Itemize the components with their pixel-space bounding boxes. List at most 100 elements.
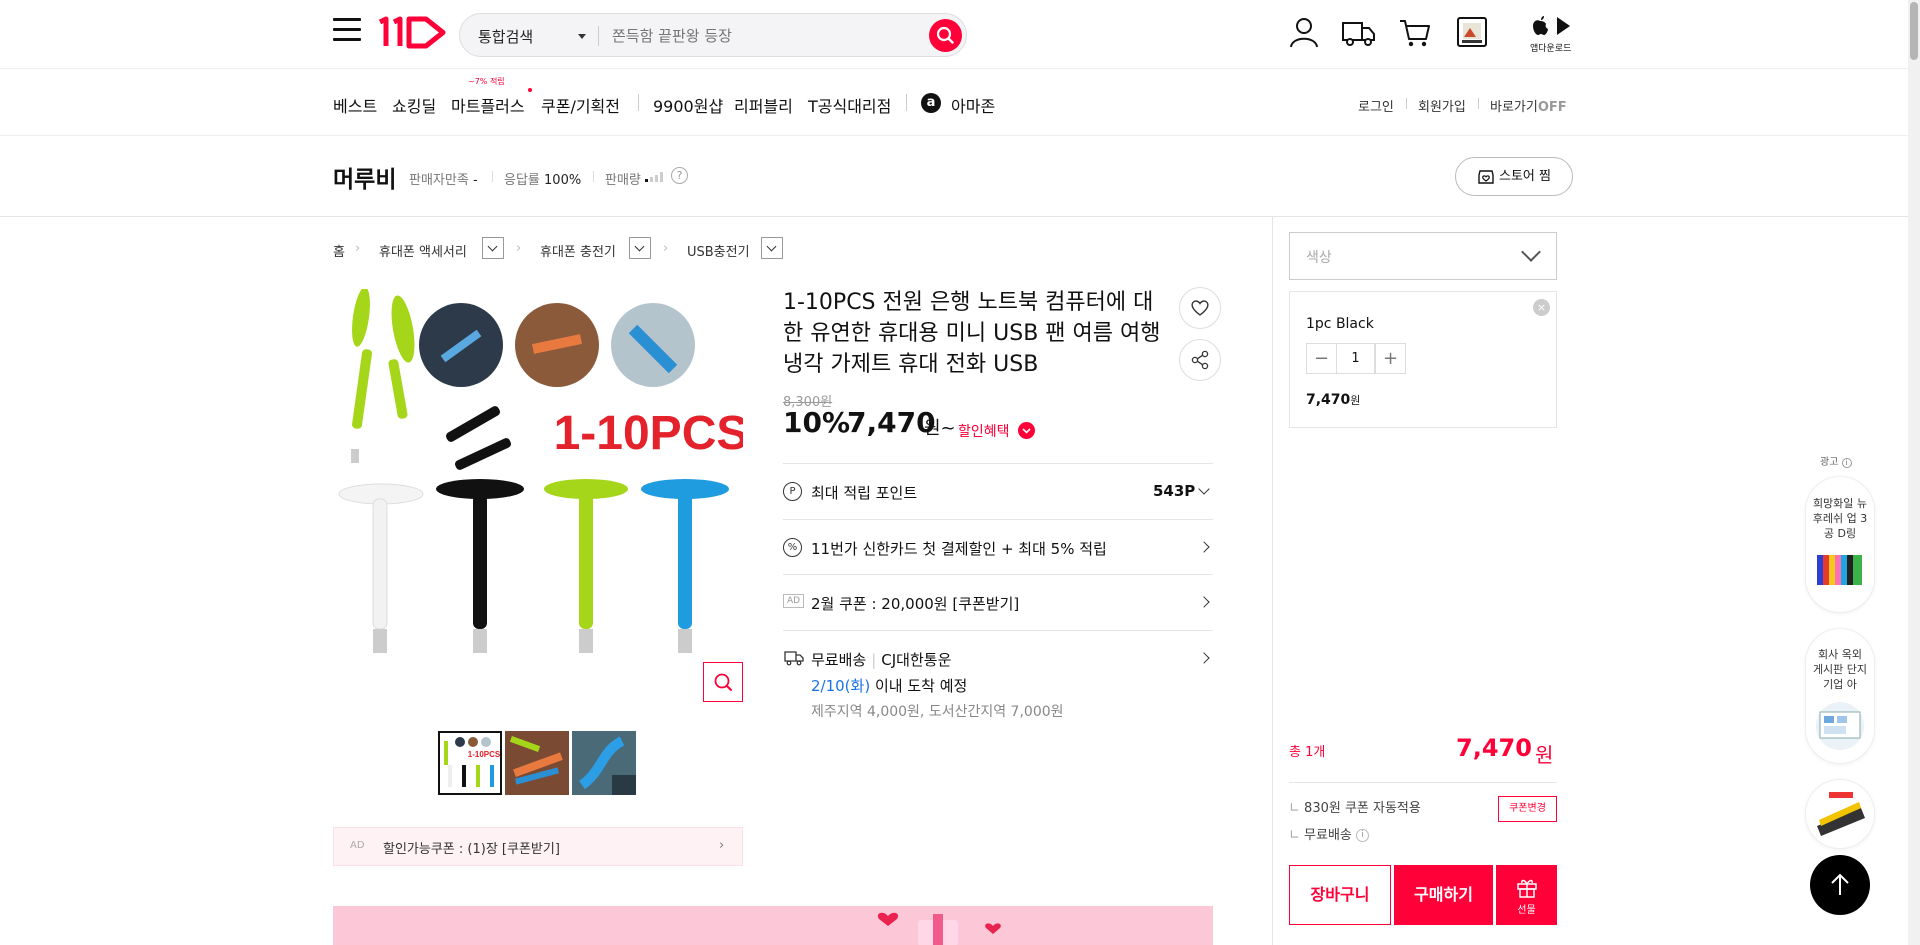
menu-icon[interactable] xyxy=(333,18,361,42)
nav-item-best[interactable]: 베스트 xyxy=(333,93,377,117)
free-shipping-line: ∟ 무료배송 i xyxy=(1289,824,1370,843)
wishlist-button[interactable] xyxy=(1179,287,1221,329)
sub-branch-icon: ∟ xyxy=(1289,801,1300,816)
thumbnail[interactable] xyxy=(572,731,636,795)
max-points-row[interactable]: P 최대 적립 포인트 543P xyxy=(783,463,1213,519)
breadcrumb-cat2[interactable]: 휴대폰 충전기 xyxy=(540,241,616,260)
response-label: 응답률 xyxy=(504,173,540,188)
top-header: 통합검색 앱다운로드 xyxy=(0,0,1908,69)
option-name: 1pc Black xyxy=(1306,316,1374,332)
buy-now-button[interactable]: 구매하기 xyxy=(1394,865,1493,925)
my-account-icon[interactable] xyxy=(1287,15,1321,49)
11st-logo[interactable] xyxy=(376,14,448,52)
card-discount-row[interactable]: % 11번가 신한카드 첫 결제할인 + 최대 5% 적립 xyxy=(783,519,1213,574)
thumbnail[interactable]: 1-10PCS xyxy=(438,731,502,795)
image-caption: 1-10PCS xyxy=(468,750,500,759)
zoom-search-icon xyxy=(714,673,732,691)
promo-banner[interactable] xyxy=(333,906,1213,945)
scroll-to-top-button[interactable] xyxy=(1810,855,1870,915)
chevron-down-icon[interactable] xyxy=(1018,422,1035,439)
nav-item-refurbly[interactable]: 리퍼블리 xyxy=(734,93,793,117)
coupon-change-button[interactable]: 쿠폰변경 xyxy=(1498,796,1557,822)
satisfaction-value: - xyxy=(472,173,478,188)
gift-icon xyxy=(1496,865,1557,899)
store-zzim-button[interactable]: 스토어 찜 xyxy=(1455,157,1573,196)
login-link[interactable]: 로그인 xyxy=(1358,96,1394,115)
ad-card[interactable] xyxy=(1805,779,1875,849)
shipping-row[interactable]: 무료배송 | CJ대한통운 2/10(화) 이내 도착 예정 제주지역 4,000원… xyxy=(783,630,1213,730)
quantity-input[interactable]: 1 xyxy=(1336,343,1375,374)
nav-item-t-official[interactable]: T공식대리점 xyxy=(808,93,891,117)
sub-branch-icon: ∟ xyxy=(1289,828,1300,843)
recent-viewed-icon[interactable] xyxy=(1455,15,1489,49)
page-scrollbar[interactable] xyxy=(1908,0,1920,945)
ad-card[interactable]: 회사 옥외 게시판 단지 기업 아 xyxy=(1805,628,1875,764)
satisfaction-label: 판매자만족 xyxy=(409,173,469,188)
thumbnail[interactable] xyxy=(505,731,569,795)
nav-item-mart-plus[interactable]: 마트플러스 xyxy=(451,93,525,117)
coupon-download-bar[interactable]: AD 할인가능쿠폰 : (1)장 [쿠폰받기] › xyxy=(333,827,743,866)
caret-down-icon xyxy=(578,34,586,39)
option-price-value: 7,470 xyxy=(1306,392,1351,408)
heart-icon xyxy=(1191,300,1209,316)
ad-card-text: 희망화일 뉴 후레쉬 업 3공 D링 xyxy=(1812,497,1868,540)
breadcrumb-arrow-icon: › xyxy=(663,241,669,256)
seller-response-rate: 응답률 100% xyxy=(504,169,581,188)
extra-shipping-fee: 제주지역 4,000원, 도서산간지역 7,000원 xyxy=(811,704,1064,720)
info-icon[interactable]: i xyxy=(1356,829,1370,842)
signup-link[interactable]: 회원가입 xyxy=(1418,96,1466,115)
delivery-truck-icon[interactable] xyxy=(1341,15,1377,49)
remove-option-icon[interactable]: × xyxy=(1533,299,1550,316)
breadcrumb-dropdown[interactable] xyxy=(629,237,651,259)
ad-card-image xyxy=(1817,551,1863,587)
sale-price: 7,470 xyxy=(847,406,936,439)
ad-card[interactable]: 희망화일 뉴 후레쉬 업 3공 D링 xyxy=(1805,476,1875,613)
breadcrumb-cat3[interactable]: USB충전기 xyxy=(687,241,750,260)
shortcut-toggle[interactable]: 바로가기OFF xyxy=(1490,96,1567,115)
points-value: 543P xyxy=(1153,482,1196,500)
free-shipping-text: 무료배송 xyxy=(1304,828,1352,843)
new-dot-indicator xyxy=(528,88,532,92)
seller-name[interactable]: 머루비 xyxy=(333,160,396,194)
monthly-coupon-text: 2월 쿠폰 : 20,000원 [쿠폰받기] xyxy=(811,595,1020,613)
gift-button[interactable]: 선물 xyxy=(1496,865,1557,925)
store-zzim-label: 스토어 찜 xyxy=(1499,169,1551,184)
card-discount-text: 11번가 신한카드 첫 결제할인 + 최대 5% 적립 xyxy=(811,540,1107,558)
nav-item-9900-shop[interactable]: 9900원샵 xyxy=(653,93,723,117)
search-scope-select[interactable]: 통합검색 xyxy=(478,26,533,47)
ad-label: AD xyxy=(350,840,365,851)
discount-benefit-link[interactable]: 할인혜택 xyxy=(958,421,1010,441)
coupon-bar-text: 할인가능쿠폰 : (1)장 [쿠폰받기] xyxy=(383,842,560,857)
quantity-decrease-button[interactable]: − xyxy=(1306,343,1337,374)
product-main-image[interactable]: 1-10PCS xyxy=(333,289,743,699)
breadcrumb-cat1[interactable]: 휴대폰 액세서리 xyxy=(379,241,467,260)
nav-item-shocking-deal[interactable]: 쇼킹딜 xyxy=(392,93,436,117)
quantity-increase-button[interactable]: + xyxy=(1375,343,1406,374)
breadcrumb-home[interactable]: 홈 xyxy=(333,241,345,260)
chevron-down-icon xyxy=(1521,242,1541,262)
shortcut-state: OFF xyxy=(1537,100,1567,115)
add-to-cart-button[interactable]: 장바구니 xyxy=(1289,865,1391,925)
info-icon[interactable]: i xyxy=(1841,458,1852,468)
zoom-button[interactable] xyxy=(703,662,743,702)
color-option-select[interactable]: 색상 xyxy=(1289,232,1557,280)
breadcrumb-dropdown[interactable] xyxy=(761,237,783,259)
search-input[interactable] xyxy=(612,22,912,50)
help-icon[interactable]: ? xyxy=(671,167,688,184)
search-bar: 통합검색 xyxy=(459,13,967,57)
cart-icon[interactable] xyxy=(1398,15,1432,49)
ad-rail-label-text: 광고 xyxy=(1820,457,1839,468)
breadcrumb-dropdown[interactable] xyxy=(482,237,504,259)
ad-card-image xyxy=(1812,702,1868,750)
chevron-right-icon xyxy=(1198,596,1210,608)
share-button[interactable] xyxy=(1179,339,1221,381)
gift-label: 선물 xyxy=(1517,905,1536,916)
search-button[interactable] xyxy=(929,19,962,52)
nav-item-amazon[interactable]: 아마존 xyxy=(951,93,995,117)
nav-item-coupon[interactable]: 쿠폰/기획전 xyxy=(541,93,620,117)
app-download-icon[interactable] xyxy=(1530,14,1574,40)
share-icon xyxy=(1191,350,1209,370)
total-count: 총 1개 xyxy=(1289,745,1326,760)
monthly-coupon-row[interactable]: AD 2월 쿠폰 : 20,000원 [쿠폰받기] xyxy=(783,574,1213,630)
scrollbar-thumb[interactable] xyxy=(1910,2,1918,60)
